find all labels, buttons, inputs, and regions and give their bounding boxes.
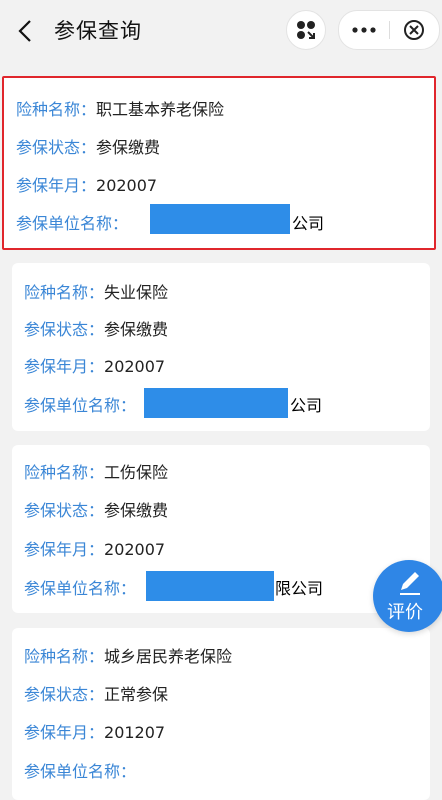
insurance-type-row: 险种名称：失业保险 [24,279,168,303]
month-row: 参保年月：201207 [24,719,165,743]
employer-suffix: 限公司 [275,579,324,598]
insurance-card: 险种名称：工伤保险 参保状态：参保缴费 参保年月：202007 参保单位名称： … [12,445,430,613]
employer-row: 参保单位名称： [24,575,136,599]
more-button[interactable] [339,11,389,49]
employer-row: 参保单位名称： [24,392,136,416]
grid-dots-icon [297,21,315,39]
redaction-mask [150,204,290,234]
redaction-mask [146,571,274,601]
month-row: 参保年月：202007 [24,353,165,377]
month-value: 201207 [104,723,166,742]
top-bar: 参保查询 [0,0,442,62]
insurance-type-label: 险种名称： [16,100,97,119]
insurance-type-value: 城乡居民养老保险 [104,647,233,666]
close-circle-icon [404,20,424,40]
back-button[interactable] [14,18,40,44]
insurance-type-label: 险种名称： [24,647,105,666]
status-value: 参保缴费 [96,138,161,157]
month-value: 202007 [104,540,166,559]
insurance-type-row: 险种名称：城乡居民养老保险 [24,643,232,667]
status-row: 参保状态：参保缴费 [16,134,160,158]
insurance-type-label: 险种名称： [24,463,105,482]
employer-row: 参保单位名称： [24,758,136,782]
rate-button-label: 评价 [387,602,423,623]
month-value: 202007 [96,176,158,195]
employer-label: 参保单位名称： [16,214,129,233]
status-label: 参保状态： [24,685,105,704]
month-label: 参保年月： [24,540,105,559]
employer-label: 参保单位名称： [24,579,137,598]
insurance-card: 险种名称：失业保险 参保状态：参保缴费 参保年月：202007 参保单位名称： … [12,263,430,431]
month-label: 参保年月： [24,357,105,376]
ellipsis-icon [352,27,376,33]
status-value: 参保缴费 [104,320,169,339]
insurance-type-label: 险种名称： [24,283,105,302]
month-label: 参保年月： [24,723,105,742]
chevron-left-icon [18,20,31,42]
status-row: 参保状态：参保缴费 [24,497,168,521]
close-button[interactable] [390,11,439,49]
insurance-type-value: 工伤保险 [104,463,169,482]
pencil-icon [400,572,420,595]
month-row: 参保年月：202007 [24,536,165,560]
status-value: 正常参保 [104,685,169,704]
employer-label: 参保单位名称： [24,762,137,781]
insurance-type-value: 职工基本养老保险 [96,100,225,119]
status-value: 参保缴费 [104,501,169,520]
employer-label: 参保单位名称： [24,396,137,415]
status-label: 参保状态： [24,501,105,520]
employer-suffix: 公司 [292,214,325,233]
status-label: 参保状态： [16,138,97,157]
page-title: 参保查询 [54,19,142,43]
mini-program-apps-button[interactable] [286,10,326,50]
month-value: 202007 [104,357,166,376]
redaction-mask [144,388,288,418]
capsule-menu [338,10,440,50]
status-label: 参保状态： [24,320,105,339]
employer-suffix: 公司 [290,396,323,415]
insurance-type-row: 险种名称：职工基本养老保险 [16,96,224,120]
insurance-card: 险种名称：城乡居民养老保险 参保状态：正常参保 参保年月：201207 参保单位… [12,628,430,800]
rate-button[interactable]: 评价 [373,560,442,632]
insurance-card: 险种名称：职工基本养老保险 参保状态：参保缴费 参保年月：202007 参保单位… [2,76,436,250]
status-row: 参保状态：参保缴费 [24,316,168,340]
month-label: 参保年月： [16,176,97,195]
status-row: 参保状态：正常参保 [24,681,168,705]
insurance-type-value: 失业保险 [104,283,169,302]
employer-row: 参保单位名称： [16,210,128,234]
month-row: 参保年月：202007 [16,172,157,196]
insurance-type-row: 险种名称：工伤保险 [24,459,168,483]
